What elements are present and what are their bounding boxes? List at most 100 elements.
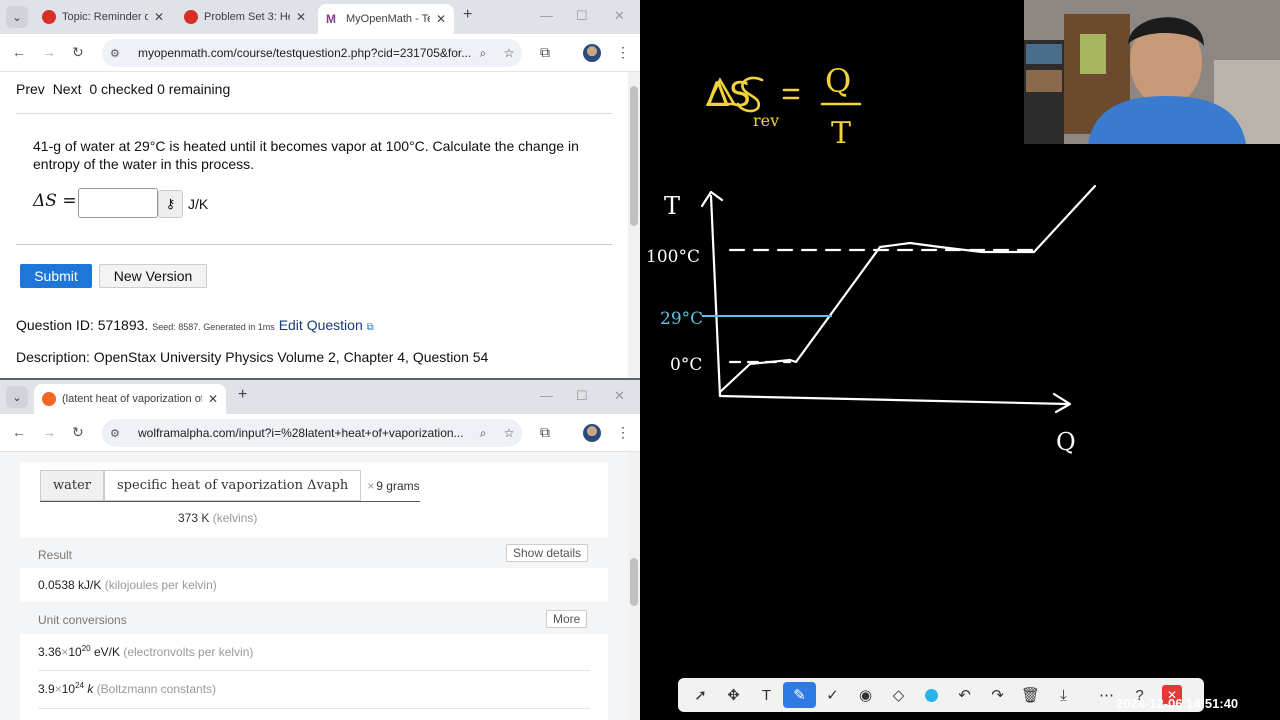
interp-grams: 9 grams	[376, 478, 420, 493]
move-icon[interactable]: ✥	[717, 682, 750, 708]
divider	[16, 244, 612, 245]
address-bar[interactable]: ⚙ myopenmath.com/course/testquestion2.ph…	[102, 39, 522, 67]
tab-favicon-icon	[42, 10, 56, 24]
divider	[38, 670, 590, 671]
minimize-icon[interactable]: —	[540, 388, 553, 403]
bookmark-star-icon[interactable]: ☆	[496, 426, 522, 440]
presenter-image	[1024, 0, 1280, 144]
check-icon[interactable]: ✓	[816, 682, 849, 708]
tab-search-icon[interactable]: ⌄	[6, 386, 28, 408]
maximize-icon[interactable]: ☐	[576, 388, 588, 404]
answer-unit: J/K	[188, 196, 209, 212]
divider	[16, 113, 612, 114]
page-scrollbar[interactable]	[628, 452, 640, 720]
submit-button[interactable]: Submit	[20, 264, 92, 288]
forward-icon[interactable]: →	[42, 44, 56, 60]
question-id: Question ID: 571893.	[16, 317, 149, 333]
redo-icon[interactable]: ↷	[981, 682, 1014, 708]
reload-icon[interactable]: ↻	[72, 44, 84, 61]
close-tab-icon[interactable]: ✕	[208, 392, 218, 406]
tab-topic-reminder[interactable]: Topic: Reminder of ✕	[34, 4, 172, 30]
wolfram-favicon-icon	[42, 392, 56, 406]
scrollbar-thumb[interactable]	[630, 86, 638, 226]
label-29c: 29°C	[660, 309, 703, 329]
reload-icon[interactable]: ↻	[72, 424, 84, 441]
wolfram-page: water specific heat of vaporization Δvap…	[0, 452, 628, 720]
forward-icon[interactable]: →	[42, 424, 56, 440]
tab-strip: ⌄ Topic: Reminder of ✕ Problem Set 3: He…	[0, 0, 640, 34]
trash-icon[interactable]: 🗑	[1014, 682, 1047, 708]
tab-strip: ⌄ (latent heat of vaporization of v ✕ + …	[0, 380, 640, 414]
close-tab-icon[interactable]: ✕	[296, 10, 306, 24]
profile-avatar[interactable]	[583, 44, 601, 62]
laser-icon[interactable]: ◉	[849, 682, 882, 708]
tab-title: (latent heat of vaporization of v	[62, 393, 202, 405]
url-text: myopenmath.com/course/testquestion2.php?…	[138, 46, 470, 60]
close-window-icon[interactable]: ✕	[614, 388, 625, 404]
text-icon[interactable]: T	[750, 682, 783, 708]
external-link-icon: ⧉	[366, 322, 374, 333]
color-picker[interactable]	[915, 682, 948, 708]
address-bar[interactable]: ⚙ wolframalpha.com/input?i=%28latent+hea…	[102, 419, 522, 447]
myopenmath-page: Prev Next 0 checked 0 remaining 41-g of …	[0, 72, 628, 378]
eraser-icon[interactable]: ◇	[882, 682, 915, 708]
prev-link[interactable]: Prev	[16, 81, 45, 97]
new-tab-icon[interactable]: +	[238, 386, 247, 404]
extensions-icon[interactable]: ⧉	[540, 44, 550, 61]
minimize-icon[interactable]: —	[540, 8, 553, 23]
back-icon[interactable]: ←	[12, 424, 26, 440]
pen-icon[interactable]: ✎	[783, 682, 816, 708]
site-info-icon[interactable]: ⚙	[110, 427, 126, 440]
tab-title: Problem Set 3: He	[204, 11, 290, 23]
tab-wolfram[interactable]: (latent heat of vaporization of v ✕	[34, 384, 226, 414]
profile-avatar[interactable]	[583, 424, 601, 442]
select-icon[interactable]: ➚	[684, 682, 717, 708]
conv2-mantissa: 3.9	[38, 682, 55, 696]
next-link[interactable]: Next	[53, 81, 82, 97]
webcam-video	[1024, 0, 1280, 144]
screen: ⌄ Topic: Reminder of ✕ Problem Set 3: He…	[0, 0, 1280, 720]
interp-temperature: 373 K (kelvins)	[178, 511, 257, 525]
more-button[interactable]: More	[546, 610, 588, 628]
back-icon[interactable]: ←	[12, 44, 26, 60]
edit-question-link[interactable]: Edit Question	[279, 317, 363, 333]
bookmark-star-icon[interactable]: ☆	[496, 46, 522, 60]
url-text: wolframalpha.com/input?i=%28latent+heat+…	[138, 426, 464, 440]
interp-quantity: specific heat of vaporization Δvaph	[104, 470, 362, 501]
tab-myopenmath[interactable]: M MyOpenMath - Te ✕	[318, 4, 454, 34]
tab-search-icon[interactable]: ⌄	[6, 6, 28, 28]
page-scrollbar[interactable]	[628, 72, 640, 378]
menu-kebab-icon[interactable]: ⋮	[616, 44, 630, 61]
answer-input[interactable]	[78, 188, 158, 218]
browser-window-myopenmath: ⌄ Topic: Reminder of ✕ Problem Set 3: He…	[0, 0, 640, 378]
show-details-button[interactable]: Show details	[506, 544, 589, 562]
close-tab-icon[interactable]: ✕	[154, 10, 164, 24]
undo-icon[interactable]: ↶	[948, 682, 981, 708]
close-tab-icon[interactable]: ✕	[436, 12, 446, 26]
close-window-icon[interactable]: ✕	[614, 8, 625, 24]
download-icon[interactable]: ⤓	[1047, 682, 1080, 708]
divider	[38, 708, 590, 709]
new-version-button[interactable]: New Version	[99, 264, 207, 288]
extensions-icon[interactable]: ⧉	[540, 424, 550, 441]
t-axis	[700, 190, 724, 398]
tab-problem-set[interactable]: Problem Set 3: He ✕	[176, 4, 314, 30]
result-value: 0.0538 kJ/K (kilojoules per kelvin)	[38, 578, 217, 592]
q-axis	[718, 392, 1072, 414]
label-100c: 100°C	[646, 247, 700, 267]
new-tab-icon[interactable]: +	[463, 6, 472, 24]
zoom-icon[interactable]: ⌕	[470, 426, 496, 441]
maximize-icon[interactable]: ☐	[576, 8, 588, 24]
conv2-exponent: 24	[75, 681, 84, 690]
site-info-icon[interactable]: ⚙	[110, 47, 126, 60]
tab-favicon-icon	[184, 10, 198, 24]
key-icon[interactable]: ⚷	[158, 190, 183, 218]
unit-conversions-heading: Unit conversions	[38, 613, 127, 627]
menu-kebab-icon[interactable]: ⋮	[616, 424, 630, 441]
q-axis-label: Q	[1056, 428, 1076, 456]
seed-info: Seed: 8587. Generated in 1ms	[152, 322, 275, 332]
browser-toolbar: ← → ↻ ⚙ wolframalpha.com/input?i=%28late…	[0, 414, 640, 452]
scrollbar-thumb[interactable]	[630, 558, 638, 606]
browser-toolbar: ← → ↻ ⚙ myopenmath.com/course/testquesti…	[0, 34, 640, 72]
zoom-icon[interactable]: ⌕	[470, 46, 496, 61]
